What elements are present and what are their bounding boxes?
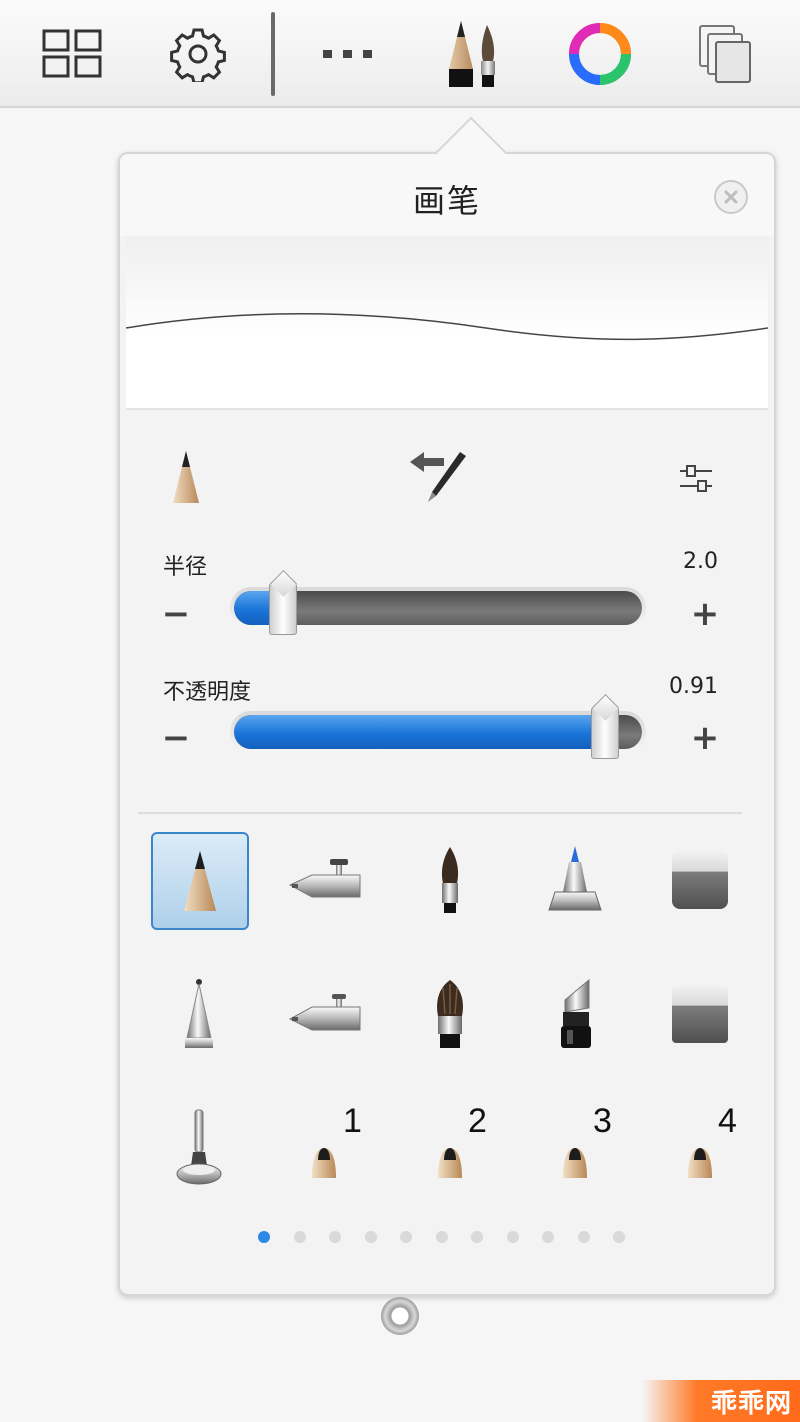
- settings-gear-icon[interactable]: [158, 14, 238, 94]
- page-dot[interactable]: [435, 1231, 448, 1243]
- brush-chisel-marker[interactable]: [527, 966, 623, 1062]
- pencil-tip-icon: [688, 1148, 712, 1178]
- custom-slot-number: 1: [343, 1102, 362, 1140]
- layers-icon[interactable]: [686, 14, 766, 94]
- smudge-tool-icon: [176, 1109, 222, 1185]
- page-dot[interactable]: [258, 1231, 270, 1243]
- brush-swap-icon[interactable]: [405, 448, 471, 506]
- page-dot[interactable]: [613, 1231, 625, 1243]
- ballpoint-pen-icon: [185, 979, 213, 1048]
- wide-eraser-icon: [672, 985, 728, 1043]
- page-dot[interactable]: [506, 1231, 519, 1243]
- page-indicator[interactable]: [258, 1231, 625, 1245]
- stroke-preview: [125, 236, 769, 410]
- chisel-marker-icon: [561, 978, 591, 1048]
- airbrush-small-icon: [288, 994, 361, 1031]
- wide-brush-icon: [437, 980, 463, 1048]
- brushes-icon[interactable]: [433, 14, 513, 94]
- airbrush-icon: [288, 859, 361, 898]
- pencil-tip-icon: [438, 1148, 462, 1178]
- page-dot[interactable]: [400, 1231, 412, 1243]
- radius-slider-thumb[interactable]: [268, 583, 297, 635]
- brush-airbrush[interactable]: [276, 832, 372, 928]
- watermark-text: 乖乖网: [710, 1388, 792, 1419]
- eraser-icon: [672, 851, 728, 909]
- current-brush-icon[interactable]: [164, 448, 208, 506]
- watermark-logo: 乖乖网: [642, 1380, 800, 1422]
- panel-drag-handle[interactable]: [381, 1297, 419, 1335]
- brush-marker[interactable]: [527, 832, 623, 928]
- radius-value: 2.0: [683, 549, 718, 574]
- opacity-slider-fill: [234, 715, 606, 749]
- brush-panel-header: 画笔: [120, 154, 774, 236]
- marker-icon: [548, 846, 602, 911]
- page-dot[interactable]: [542, 1231, 554, 1243]
- brush-airbrush-small[interactable]: [276, 966, 372, 1062]
- radius-label: 半径: [163, 555, 208, 580]
- brush-paintbrush[interactable]: [402, 832, 498, 928]
- custom-slot-number: 3: [593, 1102, 612, 1140]
- opacity-decrease-button[interactable]: −: [156, 718, 196, 758]
- pencil-tip-icon: [312, 1148, 336, 1178]
- opacity-value: 0.91: [669, 674, 718, 699]
- brush-ballpoint[interactable]: [151, 966, 247, 1062]
- toolbar-separator: [271, 12, 275, 96]
- page-dot[interactable]: [293, 1231, 306, 1243]
- brush-wide-eraser[interactable]: [652, 966, 748, 1062]
- page-dot[interactable]: [329, 1231, 341, 1243]
- radius-increase-button[interactable]: +: [685, 594, 725, 634]
- radius-decrease-button[interactable]: −: [156, 594, 196, 634]
- pencil-tip-icon: [563, 1148, 587, 1178]
- more-options-icon[interactable]: [308, 14, 388, 94]
- brush-pencil[interactable]: [151, 832, 249, 930]
- gallery-grid-icon[interactable]: [33, 14, 113, 94]
- brush-smudge[interactable]: [151, 1100, 247, 1196]
- brush-eraser[interactable]: [652, 832, 748, 928]
- opacity-label: 不透明度: [163, 680, 252, 705]
- color-wheel-icon[interactable]: [560, 14, 640, 94]
- page-dot[interactable]: [471, 1231, 483, 1243]
- close-icon[interactable]: [714, 180, 748, 214]
- page-dot[interactable]: [364, 1231, 377, 1243]
- opacity-slider-thumb[interactable]: [591, 707, 620, 759]
- opacity-increase-button[interactable]: +: [685, 718, 725, 758]
- pencil-icon: [184, 851, 216, 911]
- brush-wide[interactable]: [402, 966, 498, 1062]
- brush-properties-icon[interactable]: [676, 458, 716, 498]
- custom-slot-number: 2: [468, 1102, 487, 1140]
- opacity-slider[interactable]: [230, 707, 646, 759]
- paintbrush-icon: [441, 847, 459, 913]
- radius-slider[interactable]: [230, 583, 646, 635]
- page-dot[interactable]: [577, 1231, 590, 1243]
- top-toolbar: [0, 0, 800, 108]
- custom-slot-number: 4: [718, 1102, 737, 1140]
- panel-title: 画笔: [412, 182, 481, 220]
- section-divider: [138, 812, 742, 814]
